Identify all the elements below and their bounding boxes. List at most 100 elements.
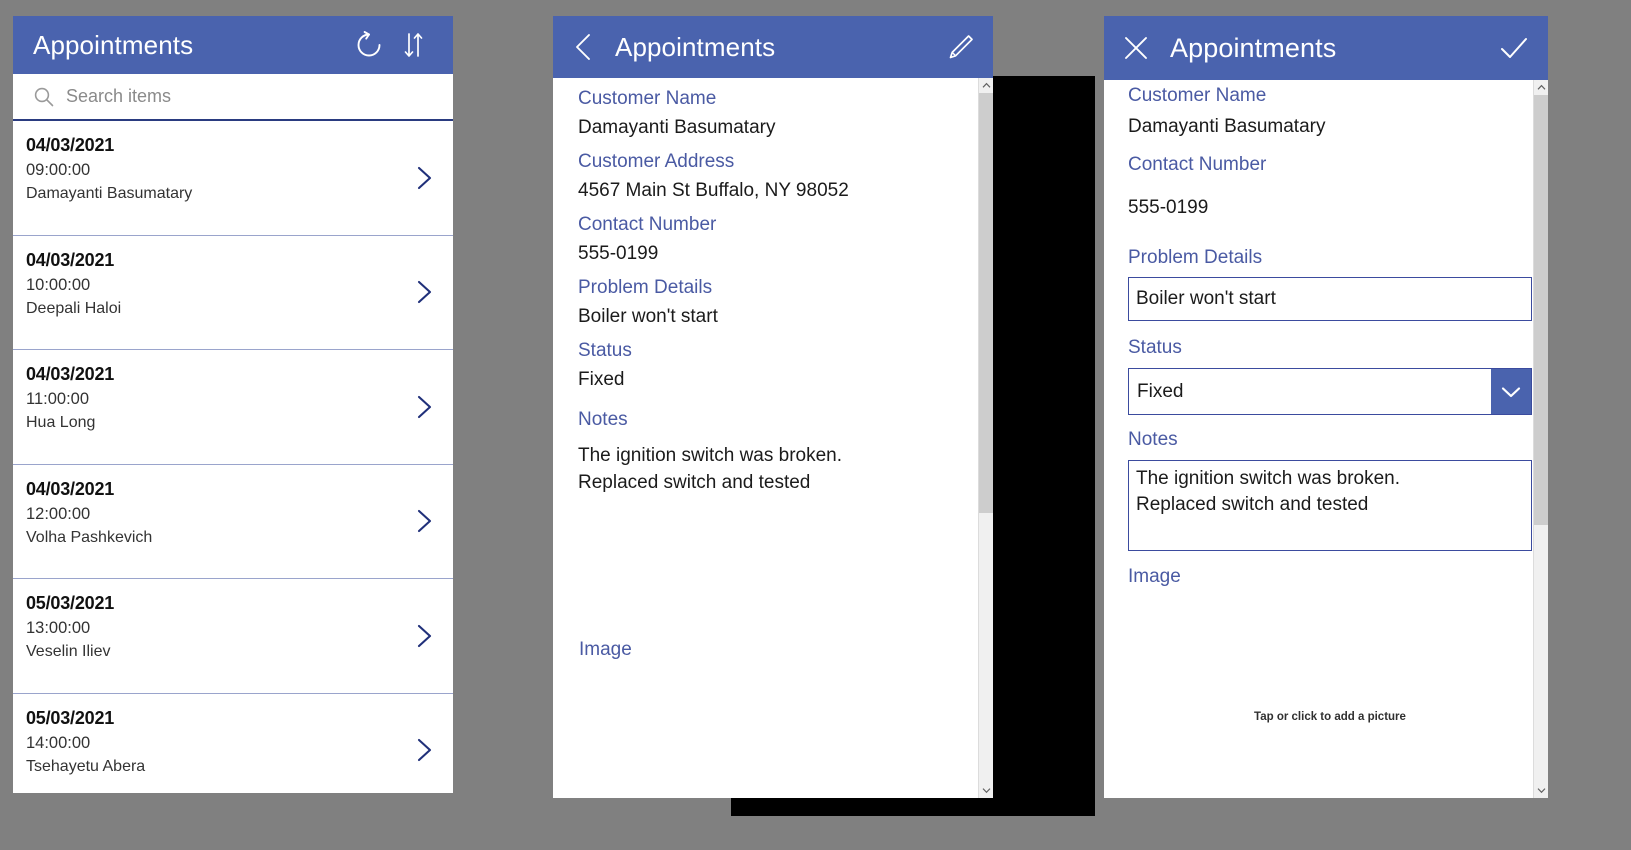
scrollbar-thumb[interactable] <box>979 93 993 513</box>
field-label: Contact Number <box>1128 154 1267 175</box>
list-item[interactable]: 04/03/2021 09:00:00 Damayanti Basumatary <box>13 121 453 236</box>
appointment-edit-panel: Appointments Customer Name Damayanti Bas… <box>1104 16 1548 798</box>
field-customer-address: Customer Address 4567 Main St Buffalo, N… <box>553 141 993 204</box>
back-chevron-icon[interactable] <box>567 30 601 64</box>
chevron-right-icon[interactable] <box>409 735 439 765</box>
view-panel-body: Customer Name Damayanti Basumatary Custo… <box>553 78 993 798</box>
list-item-time: 10:00:00 <box>26 275 91 294</box>
list-item-time: 14:00:00 <box>26 733 91 752</box>
chevron-down-icon[interactable] <box>1491 369 1531 414</box>
field-label: Notes <box>578 409 628 430</box>
checkmark-icon[interactable] <box>1496 30 1532 66</box>
field-customer-name: Customer Name Damayanti Basumatary <box>553 78 993 141</box>
chevron-right-icon[interactable] <box>409 392 439 422</box>
list-item-time: 12:00:00 <box>26 504 91 523</box>
list-item[interactable]: 05/03/2021 14:00:00 Tsehayetu Abera <box>13 694 453 794</box>
scrollbar-thumb[interactable] <box>1534 95 1548 525</box>
field-label: Status <box>1128 337 1182 358</box>
field-label: Problem Details <box>578 277 713 298</box>
appointment-view-panel: Appointments Customer Name Damayanti Bas… <box>553 16 993 798</box>
image-upload-hint: Tap or click to add a picture <box>1254 711 1406 723</box>
scroll-up-button[interactable] <box>1534 80 1548 95</box>
field-label: Notes <box>1128 429 1178 450</box>
field-label: Contact Number <box>578 214 717 235</box>
image-label: Image <box>1128 566 1181 587</box>
list-item-name: Hua Long <box>26 414 96 431</box>
sort-icon[interactable] <box>391 23 435 67</box>
list-item-date: 04/03/2021 <box>26 249 115 270</box>
field-label: Status <box>578 340 632 361</box>
field-value: Damayanti Basumatary <box>578 117 776 138</box>
field-image: Image Tap or click to add a picture <box>1104 551 1548 763</box>
field-value: Fixed <box>578 369 625 390</box>
chevron-right-icon[interactable] <box>409 277 439 307</box>
field-label: Customer Name <box>1128 85 1267 106</box>
field-problem-details: Problem Details Boiler won't start <box>1104 223 1548 321</box>
field-value: The ignition switch was broken. Replaced… <box>578 445 843 493</box>
scroll-down-button[interactable] <box>979 783 993 798</box>
scroll-up-button[interactable] <box>979 78 993 93</box>
field-value: 555-0199 <box>578 243 659 264</box>
field-value: Boiler won't start <box>578 306 718 327</box>
field-value: 555-0199 <box>1128 197 1209 218</box>
scroll-down-button[interactable] <box>1534 783 1548 798</box>
chevron-right-icon[interactable] <box>409 163 439 193</box>
list-item-name: Tsehayetu Abera <box>26 757 146 775</box>
field-customer-name: Customer Name Damayanti Basumatary <box>1104 80 1548 142</box>
list-item-time: 13:00:00 <box>26 619 91 637</box>
view-panel-header: Appointments <box>553 16 993 78</box>
field-value: 4567 Main St Buffalo, NY 98052 <box>578 180 849 201</box>
edit-panel-header: Appointments <box>1104 16 1548 80</box>
search-icon <box>31 84 57 110</box>
screenshot-stage: Appointments Search items 04/03/2021 09:… <box>0 0 1631 850</box>
status-dropdown[interactable]: Fixed <box>1128 368 1532 415</box>
notes-textarea[interactable]: The ignition switch was broken. Replaced… <box>1128 460 1532 551</box>
appointments-list-panel: Appointments Search items 04/03/2021 09:… <box>13 16 453 793</box>
appointment-list[interactable]: 04/03/2021 09:00:00 Damayanti Basumatary… <box>13 121 453 793</box>
list-item-time: 09:00:00 <box>26 161 91 179</box>
list-item-name: Damayanti Basumatary <box>26 185 193 202</box>
view-panel-scrollbar[interactable] <box>978 78 993 798</box>
field-label: Customer Address <box>578 151 735 172</box>
edit-panel-title: Appointments <box>1170 32 1337 63</box>
field-notes: Notes The ignition switch was broken. Re… <box>553 393 993 496</box>
list-panel-header: Appointments <box>13 16 453 74</box>
list-item-date: 04/03/2021 <box>26 478 115 499</box>
field-status: Status Fixed <box>553 330 993 393</box>
search-input[interactable]: Search items <box>13 74 453 121</box>
list-item-date: 05/03/2021 <box>26 707 115 728</box>
problem-details-input[interactable]: Boiler won't start <box>1128 277 1532 321</box>
image-label: Image <box>579 639 632 660</box>
list-item-date: 04/03/2021 <box>26 135 115 155</box>
pencil-icon[interactable] <box>945 31 977 63</box>
field-label: Customer Name <box>578 88 717 109</box>
list-item[interactable]: 05/03/2021 13:00:00 Veselin Iliev <box>13 579 453 694</box>
field-contact-number: Contact Number 555-0199 <box>553 204 993 267</box>
field-label: Problem Details <box>1128 247 1263 268</box>
edit-panel-body: Customer Name Damayanti Basumatary Conta… <box>1104 80 1548 798</box>
close-icon[interactable] <box>1120 32 1152 64</box>
list-item-date: 04/03/2021 <box>26 364 115 384</box>
list-panel-title: Appointments <box>33 29 194 60</box>
edit-panel-scrollbar[interactable] <box>1533 80 1548 798</box>
list-item-name: Volha Pashkevich <box>26 528 153 546</box>
refresh-icon[interactable] <box>347 23 391 67</box>
list-item[interactable]: 04/03/2021 10:00:00 Deepali Haloi <box>13 236 453 350</box>
list-item-time: 11:00:00 <box>26 390 90 408</box>
field-value: Damayanti Basumatary <box>1128 116 1326 137</box>
image-upload-area[interactable]: Tap or click to add a picture <box>1128 593 1532 763</box>
list-item-name: Deepali Haloi <box>26 299 122 317</box>
list-item[interactable]: 04/03/2021 11:00:00 Hua Long <box>13 350 453 465</box>
field-contact-number: Contact Number 555-0199 <box>1104 142 1548 223</box>
list-item[interactable]: 04/03/2021 12:00:00 Volha Pashkevich <box>13 465 453 579</box>
view-panel-title: Appointments <box>615 31 776 62</box>
field-problem-details: Problem Details Boiler won't start <box>553 267 993 330</box>
chevron-right-icon[interactable] <box>409 621 439 651</box>
field-status: Status Fixed <box>1104 321 1548 415</box>
list-item-name: Veselin Iliev <box>26 643 111 660</box>
list-item-date: 05/03/2021 <box>26 593 115 613</box>
field-notes: Notes The ignition switch was broken. Re… <box>1104 415 1548 551</box>
status-selected-value: Fixed <box>1137 380 1184 402</box>
chevron-right-icon[interactable] <box>409 506 439 536</box>
search-placeholder: Search items <box>66 86 172 106</box>
